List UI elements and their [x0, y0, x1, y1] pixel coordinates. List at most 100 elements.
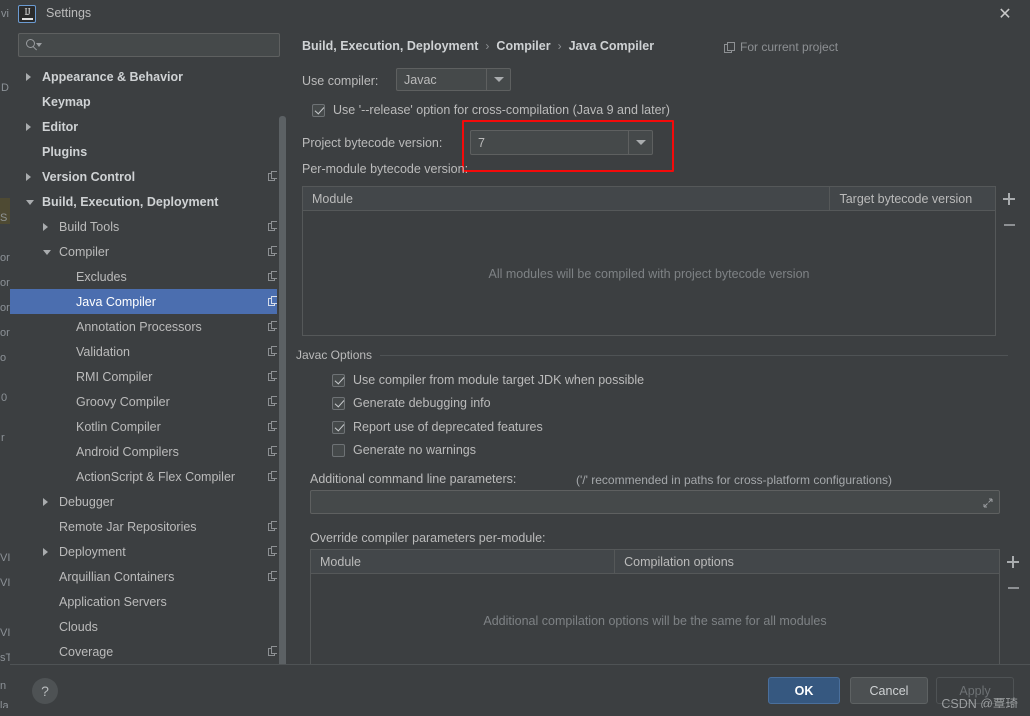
sidebar-item-appearance-behavior[interactable]: Appearance & Behavior [10, 64, 288, 89]
sidebar-item-label: Plugins [42, 144, 88, 159]
override-table-toolbar [1000, 549, 1026, 601]
chevron-right-icon[interactable] [43, 548, 48, 556]
chevron-right-icon[interactable] [43, 498, 48, 506]
sidebar-item-label: Build, Execution, Deployment [42, 194, 219, 209]
sidebar-item-label: Build Tools [59, 219, 120, 234]
ok-button[interactable]: OK [768, 677, 840, 704]
sidebar-item-coverage[interactable]: Coverage [10, 639, 288, 664]
search-input[interactable] [45, 34, 275, 56]
cancel-button[interactable]: Cancel [850, 677, 928, 704]
javac-option-row[interactable]: Report use of deprecated features [332, 420, 543, 434]
sidebar-item-groovy-compiler[interactable]: Groovy Compiler [10, 389, 288, 414]
settings-sidebar: Appearance & Behavior Keymap Editor Plugins… [10, 28, 288, 688]
ide-ghost-text: VI [0, 552, 11, 564]
chevron-down-icon [486, 69, 510, 90]
use-release-option-label: Use '--release' option for cross-compila… [333, 103, 670, 117]
chevron-right-icon[interactable] [26, 173, 31, 181]
project-bytecode-version-label: Project bytecode version: [302, 136, 443, 150]
sidebar-item-label: Version Control [42, 169, 136, 184]
minus-icon[interactable] [1000, 575, 1026, 601]
javac-option-row[interactable]: Generate debugging info [332, 396, 491, 410]
sidebar-scrollbar-track[interactable] [277, 64, 288, 688]
use-compiler-select[interactable]: Javac [396, 68, 511, 91]
sidebar-item-version-control[interactable]: Version Control [10, 164, 288, 189]
sidebar-item-keymap[interactable]: Keymap [10, 89, 288, 114]
project-bytecode-version-select[interactable]: 7 [470, 130, 653, 155]
module-table-toolbar [996, 186, 1022, 238]
module-table-col-target[interactable]: Target bytecode version [830, 187, 995, 210]
breadcrumb-item[interactable]: Build, Execution, Deployment [302, 39, 478, 53]
module-table-empty-text: All modules will be compiled with projec… [488, 266, 810, 281]
ide-ghost-text: r [1, 432, 5, 444]
javac-option-row[interactable]: Generate no warnings [332, 443, 476, 457]
project-bytecode-version-value: 7 [478, 135, 485, 150]
sidebar-item-build-execution-deployment[interactable]: Build, Execution, Deployment [10, 189, 288, 214]
javac-option-checkbox[interactable] [332, 373, 345, 387]
breadcrumb-item[interactable]: Java Compiler [569, 39, 654, 53]
dialog-titlebar: IJ Settings ✕ [10, 0, 1030, 28]
additional-params-input[interactable] [310, 490, 1000, 514]
javac-options-title: Javac Options [296, 348, 373, 362]
chevron-right-icon[interactable] [26, 123, 31, 131]
per-module-bytecode-label: Per-module bytecode version: [302, 162, 469, 176]
sidebar-item-plugins[interactable]: Plugins [10, 139, 288, 164]
override-table-header: Module Compilation options [311, 550, 999, 574]
javac-option-label: Report use of deprecated features [353, 420, 543, 434]
breadcrumb: Build, Execution, Deployment › Compiler › Ja… [302, 39, 654, 53]
sidebar-item-application-servers[interactable]: Application Servers [10, 589, 288, 614]
sidebar-item-label: Java Compiler [76, 294, 156, 309]
help-button[interactable]: ? [32, 678, 58, 704]
sidebar-scrollbar-thumb[interactable] [279, 116, 286, 688]
sidebar-item-kotlin-compiler[interactable]: Kotlin Compiler [10, 414, 288, 439]
sidebar-item-annotation-processors[interactable]: Annotation Processors [10, 314, 288, 339]
sidebar-item-compiler[interactable]: Compiler [10, 239, 288, 264]
sidebar-item-debugger[interactable]: Debugger [10, 489, 288, 514]
sidebar-item-label: RMI Compiler [76, 369, 153, 384]
breadcrumb-item[interactable]: Compiler [496, 39, 550, 53]
javac-option-checkbox[interactable] [332, 443, 345, 457]
javac-option-checkbox[interactable] [332, 420, 345, 434]
chevron-down-icon[interactable] [43, 250, 51, 255]
sidebar-item-remote-jar-repositories[interactable]: Remote Jar Repositories [10, 514, 288, 539]
javac-option-checkbox[interactable] [332, 396, 345, 410]
javac-option-row[interactable]: Use compiler from module target JDK when… [332, 373, 644, 387]
javac-options-group-header: Javac Options [296, 348, 1008, 362]
override-table-col-options[interactable]: Compilation options [615, 550, 999, 573]
chevron-right-icon[interactable] [43, 223, 48, 231]
sidebar-item-editor[interactable]: Editor [10, 114, 288, 139]
sidebar-item-build-tools[interactable]: Build Tools [10, 214, 288, 239]
sidebar-item-android-compilers[interactable]: Android Compilers [10, 439, 288, 464]
override-table-body: Additional compilation options will be t… [311, 574, 999, 667]
chevron-down-icon[interactable] [26, 200, 34, 205]
ide-ghost-text: VI [0, 577, 11, 589]
search-icon [26, 39, 42, 52]
chevron-right-icon[interactable] [26, 73, 31, 81]
use-release-option-checkbox-row[interactable]: Use '--release' option for cross-compila… [312, 103, 670, 117]
plus-icon[interactable] [996, 186, 1022, 212]
override-table-col-module[interactable]: Module [311, 550, 614, 573]
sidebar-item-deployment[interactable]: Deployment [10, 539, 288, 564]
sidebar-item-label: Arquillian Containers [59, 569, 175, 584]
sidebar-item-arquillian-containers[interactable]: Arquillian Containers [10, 564, 288, 589]
sidebar-item-excludes[interactable]: Excludes [10, 264, 288, 289]
sidebar-item-label: Groovy Compiler [76, 394, 170, 409]
javac-option-label: Use compiler from module target JDK when… [353, 373, 645, 387]
sidebar-item-clouds[interactable]: Clouds [10, 614, 288, 639]
dialog-title: Settings [46, 6, 92, 20]
sidebar-item-rmi-compiler[interactable]: RMI Compiler [10, 364, 288, 389]
close-icon[interactable]: ✕ [994, 4, 1016, 26]
sidebar-item-java-compiler[interactable]: Java Compiler [10, 289, 288, 314]
plus-icon[interactable] [1000, 549, 1026, 575]
additional-params-hint: ('/' recommended in paths for cross-plat… [576, 473, 893, 487]
additional-params-label: Additional command line parameters: [310, 472, 517, 486]
module-table-col-module[interactable]: Module [303, 187, 829, 210]
search-box[interactable] [18, 33, 280, 57]
minus-icon[interactable] [996, 212, 1022, 238]
sidebar-item-label: Appearance & Behavior [42, 69, 184, 84]
sidebar-item-validation[interactable]: Validation [10, 339, 288, 364]
java-compiler-panel: Build, Execution, Deployment › Compiler › Ja… [288, 28, 1030, 667]
expand-icon[interactable] [983, 498, 993, 508]
sidebar-item-label: Excludes [76, 269, 127, 284]
sidebar-item-actionscript-flex-compiler[interactable]: ActionScript & Flex Compiler [10, 464, 288, 489]
use-release-option-checkbox[interactable] [312, 103, 325, 117]
